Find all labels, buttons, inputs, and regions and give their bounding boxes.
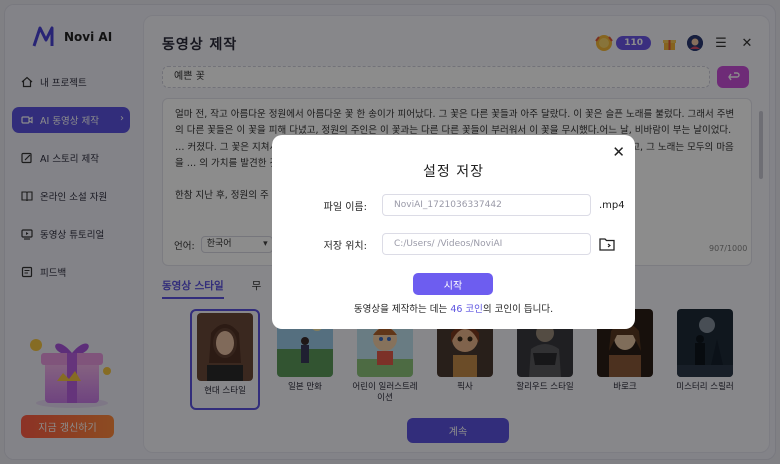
location-input[interactable]: C:/Users/ /Videos/NoviAI: [382, 233, 591, 255]
note-prefix: 동영상을 제작하는 데는: [353, 304, 451, 315]
file-extension: .mp4: [599, 199, 625, 211]
folder-icon[interactable]: [599, 237, 615, 251]
location-label: 저장 위치:: [323, 240, 367, 252]
note-suffix: 의 코인이 듭니다.: [482, 304, 554, 315]
start-button[interactable]: 시작: [413, 273, 493, 295]
filename-input[interactable]: NoviAI_1721036337442: [382, 194, 591, 216]
filename-row: 파일 이름: NoviAI_1721036337442 .mp4: [307, 194, 625, 216]
save-settings-dialog: 설정 저장 ✕ 파일 이름: NoviAI_1721036337442 .mp4…: [272, 135, 635, 329]
note-coins: 46 코인: [450, 304, 483, 315]
dialog-title: 설정 저장: [423, 164, 484, 180]
location-row: 저장 위치: C:/Users/ /Videos/NoviAI: [307, 233, 615, 255]
filename-label: 파일 이름:: [323, 201, 367, 213]
coin-cost-note: 동영상을 제작하는 데는 46 코인의 코인이 듭니다.: [272, 301, 635, 315]
close-icon[interactable]: ✕: [612, 143, 625, 161]
